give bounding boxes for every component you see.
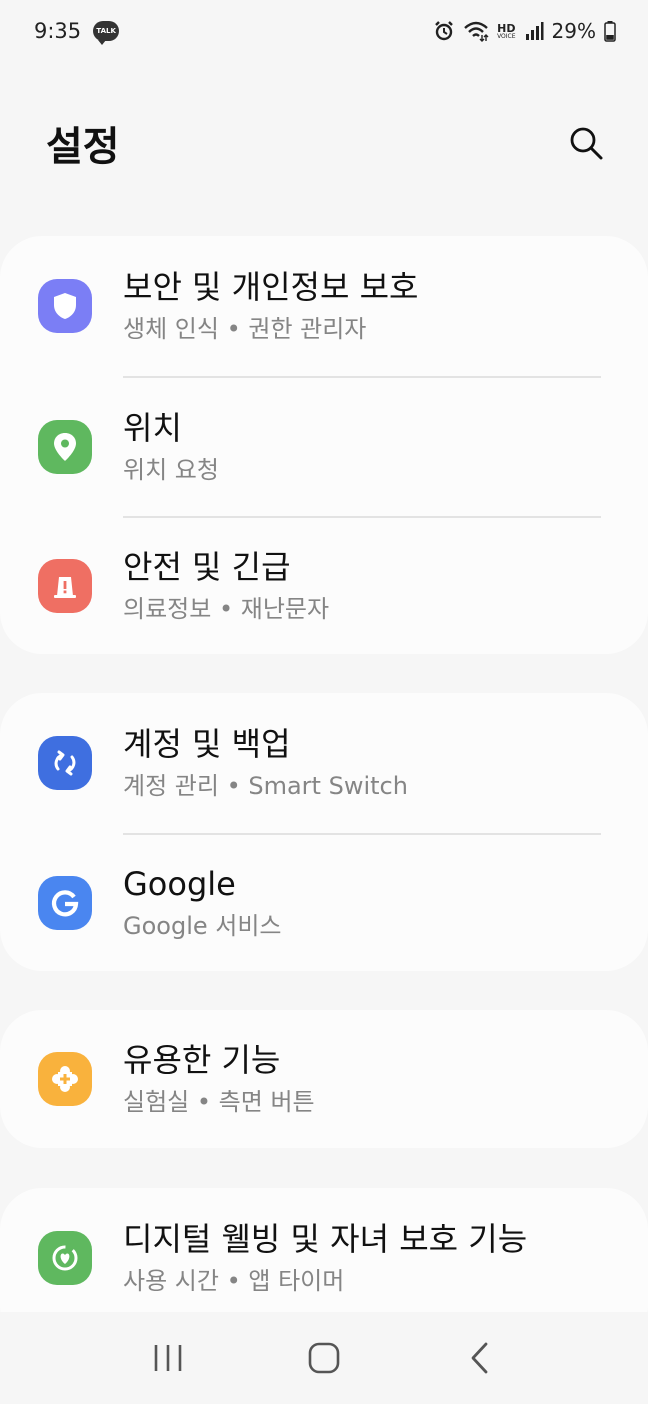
settings-item-subtitle: 생체 인식 • 권한 관리자	[123, 315, 367, 343]
settings-item-subtitle: 실험실 • 측면 버튼	[123, 1088, 315, 1116]
settings-item-title: Google	[123, 865, 236, 903]
settings-item-title: 안전 및 긴급	[123, 548, 291, 586]
settings-item-subtitle: Google 서비스	[123, 912, 282, 940]
battery-icon	[604, 21, 616, 42]
settings-item-subtitle: 의료정보 • 재난문자	[123, 595, 330, 623]
kakaotalk-notification-icon: TALK	[93, 21, 120, 45]
alarm-clock-icon	[435, 21, 453, 41]
home-button[interactable]	[294, 1328, 354, 1388]
settings-item-title: 디지털 웰빙 및 자녀 보호 기능	[123, 1220, 528, 1258]
settings-item-accounts-backup[interactable]: 계정 및 백업 계정 관리 • Smart Switch	[0, 693, 648, 833]
settings-item-title: 위치	[123, 409, 182, 447]
page-title: 설정	[46, 124, 120, 170]
settings-group-advanced: 유용한 기능 실험실 • 측면 버튼	[0, 1010, 648, 1148]
puzzle-plus-icon	[38, 1052, 92, 1106]
emergency-siren-icon	[38, 559, 92, 613]
hd-label: HD	[497, 21, 516, 35]
recent-apps-button[interactable]	[138, 1328, 198, 1388]
settings-item-title: 보안 및 개인정보 보호	[123, 268, 419, 306]
sync-icon	[38, 736, 92, 790]
settings-item-location[interactable]: 위치 위치 요청	[0, 378, 648, 516]
settings-group-accounts: 계정 및 백업 계정 관리 • Smart Switch Google Goog…	[0, 693, 648, 971]
page-header: 설정	[46, 108, 608, 178]
battery-percentage: 29%	[551, 19, 596, 43]
location-pin-icon	[38, 420, 92, 474]
settings-item-safety-emergency[interactable]: 안전 및 긴급 의료정보 • 재난문자	[0, 518, 648, 654]
settings-group-privacy: 보안 및 개인정보 보호 생체 인식 • 권한 관리자 위치 위치 요청 안전 …	[0, 236, 648, 654]
wifi-icon	[464, 21, 489, 42]
navigation-bar	[0, 1312, 648, 1404]
settings-item-subtitle: 사용 시간 • 앱 타이머	[123, 1267, 345, 1295]
settings-screen: 9:35 TALK HD VOICE 29% 설정 보안 및 개인정보 보호 생…	[0, 0, 648, 1404]
settings-item-title: 계정 및 백업	[123, 725, 291, 763]
back-button[interactable]	[450, 1328, 510, 1388]
settings-item-google[interactable]: Google Google 서비스	[0, 835, 648, 971]
google-g-icon	[38, 876, 92, 930]
settings-item-title: 유용한 기능	[123, 1041, 281, 1079]
back-chevron-icon	[471, 1342, 488, 1374]
home-icon	[308, 1342, 340, 1374]
clock: 9:35	[34, 19, 82, 43]
search-button[interactable]	[564, 121, 608, 165]
settings-item-security-privacy[interactable]: 보안 및 개인정보 보호 생체 인식 • 권한 관리자	[0, 236, 648, 376]
search-icon	[570, 127, 603, 160]
cellular-signal-icon	[525, 22, 544, 40]
settings-item-subtitle: 위치 요청	[123, 456, 219, 484]
hd-voice-indicator: HD VOICE	[497, 23, 515, 40]
settings-item-digital-wellbeing[interactable]: 디지털 웰빙 및 자녀 보호 기능 사용 시간 • 앱 타이머	[0, 1188, 648, 1328]
wellbeing-heart-icon	[38, 1231, 92, 1285]
shield-icon	[38, 279, 92, 333]
settings-item-advanced-features[interactable]: 유용한 기능 실험실 • 측면 버튼	[0, 1010, 648, 1148]
recent-apps-icon	[154, 1345, 182, 1371]
status-bar: 9:35 TALK HD VOICE 29%	[0, 0, 648, 62]
settings-item-subtitle: 계정 관리 • Smart Switch	[123, 772, 408, 800]
voice-label: VOICE	[497, 32, 516, 40]
